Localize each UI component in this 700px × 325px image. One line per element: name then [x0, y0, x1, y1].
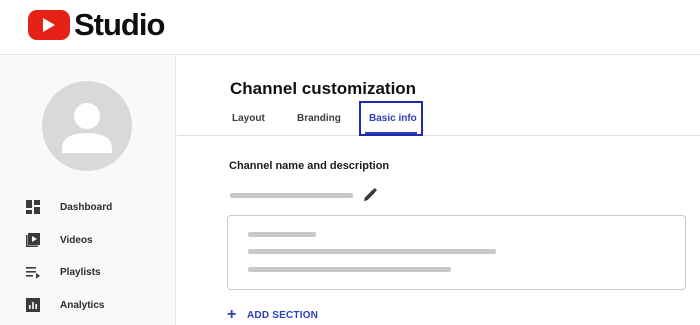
sidebar-item-label: Analytics [60, 299, 105, 311]
studio-logo[interactable]: Studio [28, 7, 165, 42]
add-section-label: ADD SECTION [247, 309, 319, 321]
sidebar-item-videos[interactable]: Videos [0, 225, 175, 255]
person-icon [62, 103, 112, 153]
youtube-play-icon [28, 10, 70, 40]
analytics-icon [26, 298, 40, 312]
add-section-button[interactable]: + ADD SECTION [227, 307, 318, 323]
section-title: Channel name and description [229, 160, 390, 172]
sidebar-item-playlists[interactable]: Playlists [0, 257, 175, 287]
sidebar-item-dashboard[interactable]: Dashboard [0, 192, 175, 222]
dashboard-icon [26, 200, 40, 214]
plus-icon: + [227, 306, 237, 323]
logo-text: Studio [74, 7, 165, 42]
tab-bar: Layout Branding Basic info [177, 101, 700, 136]
sidebar: Dashboard Videos Playlists Analytics [0, 56, 176, 325]
page-title: Channel customization [230, 79, 417, 98]
active-tab-indicator [365, 132, 417, 134]
sidebar-item-analytics[interactable]: Analytics [0, 290, 175, 320]
channel-avatar[interactable] [42, 81, 132, 171]
tab-basic-info[interactable]: Basic info [369, 101, 417, 136]
pencil-icon[interactable] [362, 187, 378, 203]
description-placeholder-line [248, 267, 451, 272]
description-field[interactable] [227, 215, 686, 290]
main-content: Channel customization Layout Branding Ba… [177, 56, 700, 325]
tab-branding[interactable]: Branding [297, 101, 341, 136]
description-placeholder-line [248, 249, 496, 254]
tab-layout[interactable]: Layout [232, 101, 265, 136]
channel-name-placeholder [230, 193, 353, 198]
sidebar-item-label: Dashboard [60, 201, 113, 213]
top-header: Studio [0, 0, 700, 55]
description-placeholder-line [248, 232, 316, 237]
sidebar-item-label: Videos [60, 234, 93, 246]
videos-icon [26, 233, 40, 247]
sidebar-item-label: Playlists [60, 266, 101, 278]
playlists-icon [26, 267, 40, 279]
